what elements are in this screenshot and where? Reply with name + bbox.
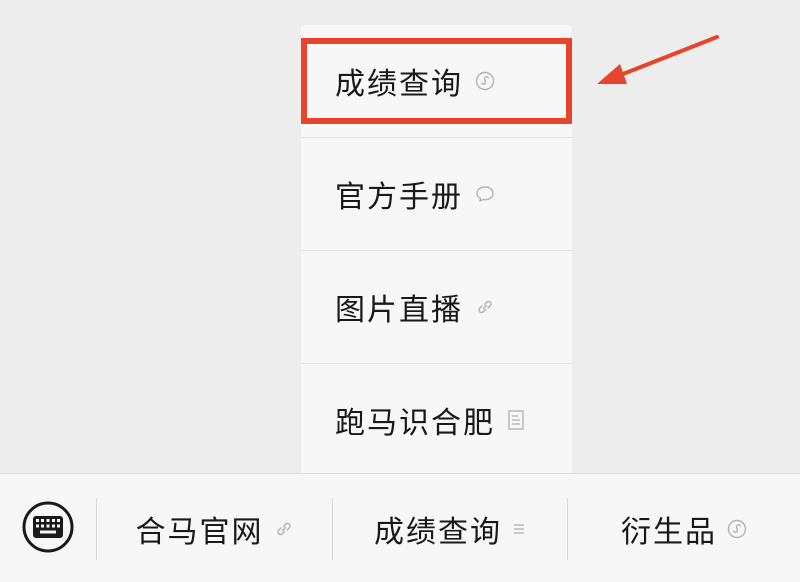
menu-item-label: 合马官网 — [135, 514, 264, 550]
keyboard-toggle-button[interactable] — [20, 501, 76, 557]
menu-item-label: 成绩查询 — [374, 514, 502, 550]
mini-program-icon — [727, 519, 747, 539]
list-icon — [512, 522, 526, 536]
menu-item-label: 衍生品 — [621, 514, 717, 550]
chat-screen: 成绩查询 官方手册 图片直播 跑马识合肥 合马官网 成绩查询 衍生品 — [0, 0, 800, 582]
keyboard-icon — [21, 500, 75, 558]
menu-item-score-query[interactable]: 成绩查询 — [333, 474, 567, 582]
link-icon — [274, 519, 294, 539]
menu-item-official-site[interactable]: 合马官网 — [97, 474, 332, 582]
bottom-menu-bar: 合马官网 成绩查询 衍生品 — [0, 473, 800, 582]
menu-item-merchandise[interactable]: 衍生品 — [568, 474, 800, 582]
